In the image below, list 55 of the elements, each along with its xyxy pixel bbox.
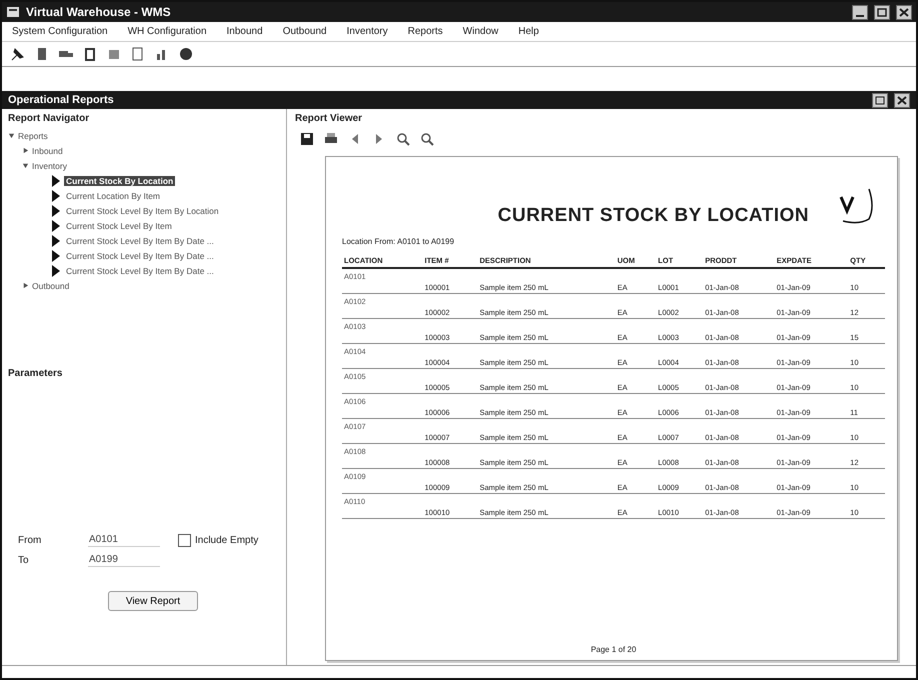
- panel-title: Operational Reports: [8, 94, 114, 106]
- close-icon[interactable]: [896, 4, 912, 20]
- tree-item[interactable]: Current Stock By Location: [64, 176, 176, 186]
- menu-item[interactable]: Inbound: [224, 25, 265, 38]
- menu-item[interactable]: Outbound: [280, 25, 329, 38]
- tree-item[interactable]: Current Location By Item: [64, 190, 162, 200]
- tree-item[interactable]: Current Stock Level By Item By Date ...: [64, 250, 216, 260]
- report-icon: [52, 204, 60, 216]
- report-title: CURRENT STOCK BY LOCATION: [498, 205, 809, 227]
- menu-item[interactable]: Window: [460, 25, 500, 38]
- field-label: From: [18, 534, 42, 546]
- tree-item[interactable]: Current Stock Level By Item By Date ...: [64, 236, 216, 246]
- tree-item[interactable]: Current Stock Level By Item: [64, 220, 174, 230]
- input-field[interactable]: A0101: [88, 533, 160, 547]
- input-field[interactable]: A0199: [88, 553, 160, 567]
- section-title: Report Navigator: [8, 113, 90, 124]
- checkbox-label: Include Empty: [195, 534, 258, 546]
- section-title: Report Viewer: [295, 113, 364, 124]
- pin-icon[interactable]: [10, 46, 26, 62]
- tree-node[interactable]: Reports: [18, 130, 48, 140]
- collapse-icon[interactable]: [8, 132, 15, 139]
- restore-icon[interactable]: [872, 92, 888, 108]
- maximize-icon[interactable]: [874, 4, 890, 20]
- section-title: Parameters: [8, 368, 64, 379]
- tree-node[interactable]: Inbound: [32, 146, 63, 156]
- view-report-button[interactable]: View Report: [108, 591, 198, 611]
- report-icon: [52, 250, 60, 262]
- report-icon: [52, 174, 60, 186]
- field-label: To: [18, 554, 30, 566]
- menu-item[interactable]: Reports: [406, 25, 445, 38]
- menu-item[interactable]: WH Configuration: [126, 25, 209, 38]
- tree-node[interactable]: Outbound: [32, 280, 70, 290]
- report-icon: [52, 264, 60, 276]
- report-icon: [52, 220, 60, 232]
- save-icon[interactable]: [299, 131, 315, 147]
- expand-icon[interactable]: [22, 147, 29, 154]
- page-number: Page 1 of 20: [590, 645, 638, 654]
- zoom-out-icon[interactable]: [419, 131, 435, 147]
- app-icon: [6, 6, 20, 18]
- window-title: Virtual Warehouse - WMS: [26, 5, 171, 19]
- close-icon[interactable]: [894, 92, 910, 108]
- tree-item[interactable]: Current Stock Level By Item By Location: [64, 206, 221, 216]
- minimize-icon[interactable]: [852, 4, 868, 20]
- report-icon: [52, 190, 60, 202]
- collapse-icon[interactable]: [22, 162, 29, 169]
- menu-item[interactable]: System Configuration: [10, 25, 110, 38]
- menu-item[interactable]: Inventory: [344, 25, 390, 38]
- tree-node[interactable]: Inventory: [32, 160, 67, 170]
- zoom-in-icon[interactable]: [395, 131, 411, 147]
- menu-item[interactable]: Help: [516, 25, 541, 38]
- tree-item[interactable]: Current Stock Level By Item By Date ...: [64, 266, 216, 276]
- report-icon: [52, 234, 60, 246]
- checkbox[interactable]: [178, 534, 191, 546]
- report-subtitle: Location From: A0101 to A0199: [342, 237, 456, 246]
- expand-icon[interactable]: [22, 282, 29, 289]
